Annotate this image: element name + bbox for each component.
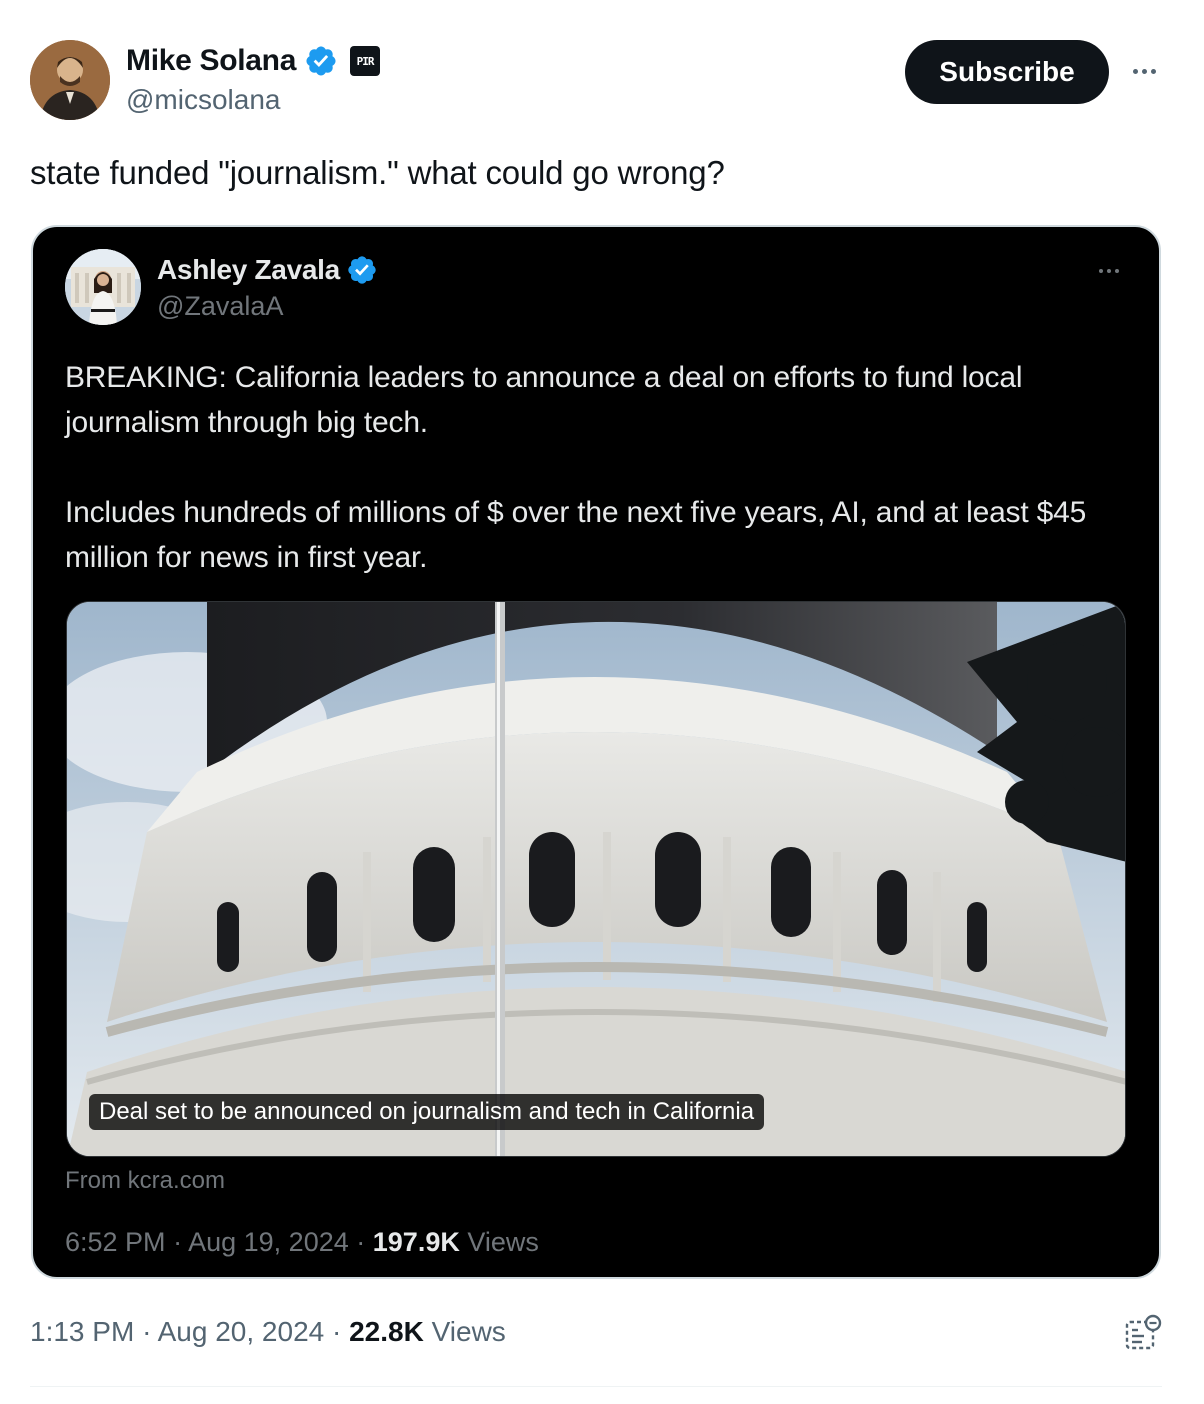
author-name-row: Mike Solana PIR — [126, 42, 381, 80]
tweet-date[interactable]: Aug 20, 2024 — [158, 1316, 325, 1347]
analytics-icon[interactable] — [1124, 1314, 1162, 1352]
quoted-views-count: 197.9K — [372, 1227, 460, 1257]
quoted-time[interactable]: 6:52 PM — [65, 1227, 166, 1257]
affiliation-badge[interactable]: PIR — [350, 46, 381, 76]
tweet: Mike Solana PIR @micsolana Subscribe sta… — [0, 0, 1204, 1404]
quoted-paragraph: Includes hundreds of millions of $ over … — [65, 496, 1087, 574]
quoted-name-row: Ashley Zavala — [157, 251, 378, 289]
media-caption: Deal set to be announced on journalism a… — [89, 1094, 765, 1130]
verified-badge-icon — [348, 256, 376, 284]
capitol-dome-image — [67, 602, 1125, 1156]
quoted-tweet-text: BREAKING: California leaders to announce… — [65, 355, 1137, 625]
quoted-author-avatar[interactable] — [65, 249, 141, 325]
author-name[interactable]: Mike Solana — [126, 44, 296, 78]
separator-dot: · — [332, 1316, 350, 1347]
tweet-time[interactable]: 1:13 PM — [30, 1316, 134, 1347]
tweet-meta: 1:13 PM · Aug 20, 2024 · 22.8K Views — [30, 1316, 506, 1348]
divider — [30, 1386, 1162, 1387]
author-avatar[interactable] — [30, 40, 110, 120]
more-options-icon[interactable] — [1091, 259, 1127, 283]
author-handle[interactable]: @micsolana — [126, 84, 280, 116]
quoted-author-handle[interactable]: @ZavalaA — [157, 291, 283, 322]
separator-dot: · — [356, 1227, 373, 1257]
quoted-tweet-meta: 6:52 PM · Aug 19, 2024 · 197.9K Views — [65, 1227, 539, 1258]
link-card-image[interactable]: Deal set to be announced on journalism a… — [66, 601, 1126, 1157]
separator-dot: · — [142, 1316, 158, 1347]
subscribe-button[interactable]: Subscribe — [905, 40, 1109, 104]
verified-badge-icon — [306, 46, 336, 76]
quoted-date[interactable]: Aug 19, 2024 — [188, 1227, 349, 1257]
tweet-text: state funded "journalism." what could go… — [30, 154, 725, 191]
separator-dot: · — [173, 1227, 189, 1257]
more-options-icon[interactable] — [1126, 56, 1162, 86]
quoted-views-label: Views — [467, 1227, 539, 1257]
quoted-paragraph: BREAKING: California leaders to announce… — [65, 361, 1023, 439]
quoted-tweet[interactable]: Ashley Zavala @ZavalaA BREAKING: Califor… — [31, 225, 1161, 1279]
quoted-author-name[interactable]: Ashley Zavala — [157, 254, 340, 286]
views-label: Views — [431, 1316, 506, 1347]
views-count: 22.8K — [349, 1316, 424, 1347]
link-source[interactable]: From kcra.com — [65, 1167, 225, 1195]
